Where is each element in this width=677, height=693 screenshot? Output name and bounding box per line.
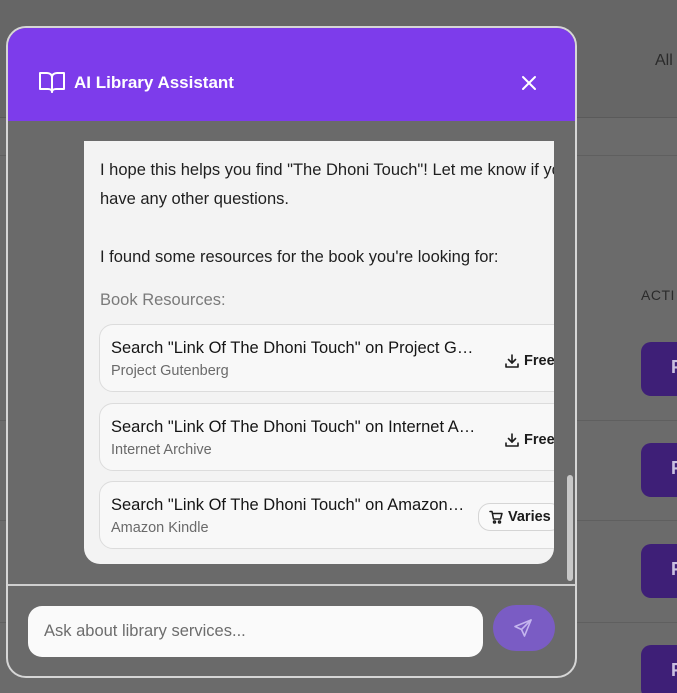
download-icon: [505, 354, 519, 368]
cart-icon: [489, 510, 503, 524]
chat-scrollbar[interactable]: [567, 475, 573, 581]
modal-header: AI Library Assistant: [8, 28, 575, 121]
close-icon[interactable]: [520, 74, 538, 92]
assistant-message: I hope this helps you find "The Dhoni To…: [84, 141, 554, 564]
message-text: I hope this helps you find "The Dhoni To…: [100, 161, 554, 179]
resource-tag-label: Free: [524, 432, 554, 448]
resource-tag[interactable]: Free: [505, 349, 554, 373]
resource-card[interactable]: Search "Link Of The Dhoni Touch" on Inte…: [99, 403, 554, 471]
resource-title: Search "Link Of The Dhoni Touch" on Inte…: [111, 418, 476, 436]
background-actions-header: ACTI: [641, 287, 675, 303]
background-action-button: F: [641, 342, 677, 396]
background-action-button: F: [641, 645, 677, 693]
resource-card[interactable]: Search "Link Of The Dhoni Touch" on Proj…: [99, 324, 554, 392]
download-icon: [505, 433, 519, 447]
resource-tag[interactable]: Free: [505, 428, 554, 452]
message-text: have any other questions.: [100, 190, 289, 208]
chat-messages[interactable]: I hope this helps you find "The Dhoni To…: [8, 121, 575, 584]
assistant-modal: AI Library Assistant I hope this helps y…: [6, 26, 577, 678]
book-open-icon: [39, 72, 65, 93]
background-action-button: F: [641, 443, 677, 497]
modal-title: AI Library Assistant: [74, 73, 234, 92]
resource-title: Search "Link Of The Dhoni Touch" on Amaz…: [111, 496, 466, 514]
resource-source: Project Gutenberg: [111, 363, 229, 379]
resource-tag-label: Free: [524, 353, 554, 369]
resource-card[interactable]: Search "Link Of The Dhoni Touch" on Amaz…: [99, 481, 554, 549]
resource-source: Internet Archive: [111, 442, 212, 458]
message-input[interactable]: [28, 606, 483, 657]
send-icon: [514, 619, 532, 637]
composer-divider: [8, 584, 575, 586]
resource-tag-label: Varies: [508, 509, 551, 525]
message-text: I found some resources for the book you'…: [100, 248, 499, 266]
resource-tag[interactable]: Varies: [478, 503, 554, 531]
resources-heading: Book Resources:: [100, 291, 226, 309]
send-button[interactable]: [493, 605, 555, 651]
resource-title: Search "Link Of The Dhoni Touch" on Proj…: [111, 339, 476, 357]
background-action-button: F: [641, 544, 677, 598]
resource-source: Amazon Kindle: [111, 520, 209, 536]
background-filter-all: All: [655, 52, 673, 69]
